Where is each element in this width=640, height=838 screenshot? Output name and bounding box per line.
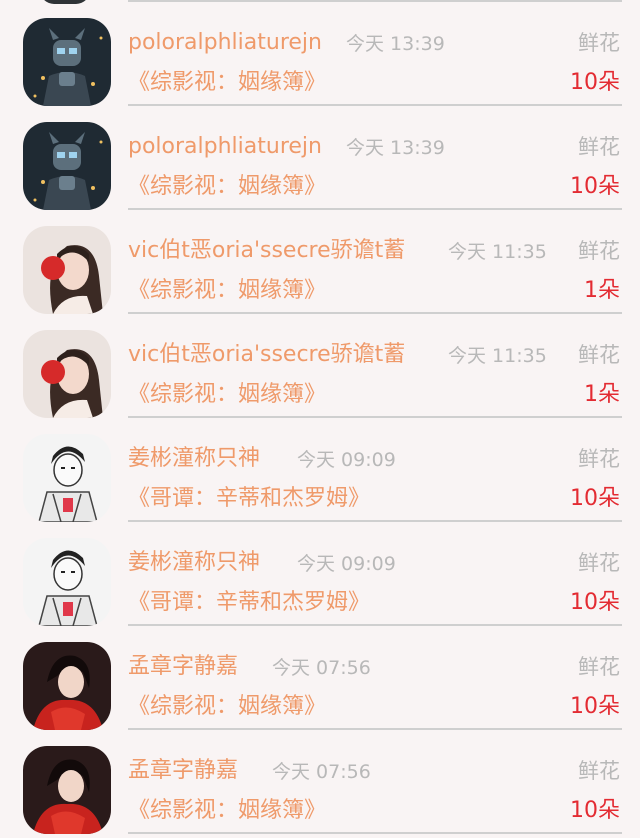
boy-sketch-avatar[interactable] — [23, 434, 111, 522]
timestamp: 今天 13:39 — [346, 33, 445, 55]
book-title[interactable]: 《综影视：姻缘簿》 — [128, 380, 326, 410]
woman-red-dress-avatar[interactable] — [23, 746, 111, 834]
sender-name[interactable]: poloralphliaturejn — [128, 28, 322, 58]
gift-record-row[interactable]: 姜彬潼称只神 今天 09:09 鲜花 《哥谭：辛蒂和杰罗姆》 10朵 — [0, 522, 640, 626]
gift-count: 10朵 — [570, 174, 620, 199]
book-title[interactable]: 《哥谭：辛蒂和杰罗姆》 — [128, 588, 370, 618]
book-title[interactable]: 《综影视：姻缘簿》 — [128, 796, 326, 826]
sender-name[interactable]: 孟章字静嘉 — [128, 756, 238, 786]
gift-count: 10朵 — [570, 798, 620, 823]
sender-name[interactable]: 姜彬潼称只神 — [128, 548, 260, 578]
gift-record-row[interactable]: 姜彬潼称只神 今天 09:09 鲜花 《哥谭：辛蒂和杰罗姆》 10朵 — [0, 418, 640, 522]
gift-type-label: 鲜花 — [578, 31, 620, 55]
girl-red-cup-avatar[interactable] — [23, 226, 111, 314]
sender-name[interactable]: vic伯t恶oria'ssecre骄谵t蓄 — [128, 340, 405, 370]
gift-type-label: 鲜花 — [578, 447, 620, 471]
gift-type-label: 鲜花 — [578, 239, 620, 263]
timestamp: 今天 07:56 — [272, 761, 371, 783]
timestamp: 今天 11:35 — [448, 241, 547, 263]
gift-type-label: 鲜花 — [578, 551, 620, 575]
robot-avatar[interactable] — [23, 122, 111, 210]
book-title[interactable]: 《综影视：姻缘簿》 — [128, 692, 326, 722]
sender-name[interactable]: 姜彬潼称只神 — [128, 444, 260, 474]
gift-type-label: 鲜花 — [578, 759, 620, 783]
timestamp: 今天 13:39 — [346, 137, 445, 159]
gift-count: 1朵 — [584, 278, 620, 303]
gift-type-label: 鲜花 — [578, 343, 620, 367]
timestamp: 今天 09:09 — [297, 553, 396, 575]
gift-record-list: poloralphliaturejn 今天 13:39 鲜花 《综影视：姻缘簿》… — [0, 0, 640, 838]
book-title[interactable]: 《综影视：姻缘簿》 — [128, 172, 326, 202]
timestamp: 今天 11:35 — [448, 345, 547, 367]
sender-name[interactable]: 孟章字静嘉 — [128, 652, 238, 682]
gift-record-row[interactable]: vic伯t恶oria'ssecre骄谵t蓄 今天 11:35 鲜花 《综影视：姻… — [0, 314, 640, 418]
gift-count: 10朵 — [570, 694, 620, 719]
gift-type-label: 鲜花 — [578, 655, 620, 679]
gift-record-row[interactable]: 孟章字静嘉 今天 07:56 鲜花 《综影视：姻缘簿》 10朵 — [0, 626, 640, 730]
robot-avatar[interactable] — [23, 18, 111, 106]
sender-name[interactable]: vic伯t恶oria'ssecre骄谵t蓄 — [128, 236, 405, 266]
boy-sketch-avatar[interactable] — [23, 538, 111, 626]
girl-red-cup-avatar[interactable] — [23, 330, 111, 418]
gift-record-row[interactable]: poloralphliaturejn 今天 13:39 鲜花 《综影视：姻缘簿》… — [0, 2, 640, 106]
timestamp: 今天 07:56 — [272, 657, 371, 679]
gift-count: 10朵 — [570, 486, 620, 511]
book-title[interactable]: 《综影视：姻缘簿》 — [128, 276, 326, 306]
gift-count: 1朵 — [584, 382, 620, 407]
gift-record-row[interactable]: poloralphliaturejn 今天 13:39 鲜花 《综影视：姻缘簿》… — [0, 106, 640, 210]
gift-record-row[interactable]: vic伯t恶oria'ssecre骄谵t蓄 今天 11:35 鲜花 《综影视：姻… — [0, 210, 640, 314]
book-title[interactable]: 《哥谭：辛蒂和杰罗姆》 — [128, 484, 370, 514]
book-title[interactable]: 《综影视：姻缘簿》 — [128, 68, 326, 98]
sender-name[interactable]: poloralphliaturejn — [128, 132, 322, 162]
gift-count: 10朵 — [570, 70, 620, 95]
gift-type-label: 鲜花 — [578, 135, 620, 159]
row-divider — [128, 832, 622, 834]
gift-record-row[interactable]: 孟章字静嘉 今天 07:56 鲜花 《综影视：姻缘簿》 10朵 — [0, 730, 640, 834]
woman-red-dress-avatar[interactable] — [23, 642, 111, 730]
gift-count: 10朵 — [570, 590, 620, 615]
timestamp: 今天 09:09 — [297, 449, 396, 471]
